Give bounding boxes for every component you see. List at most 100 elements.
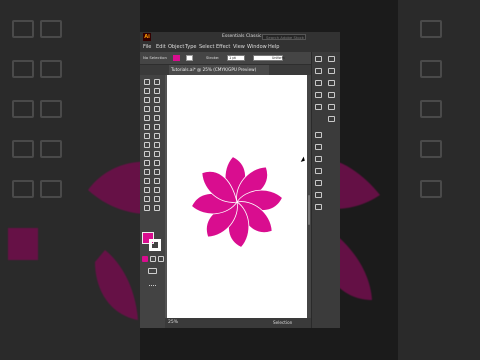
flower-artwork[interactable] [167,75,307,318]
slice-tool-icon[interactable] [144,196,150,202]
draw-mode-icon[interactable] [148,268,157,274]
selection-status: No Selection [143,55,167,60]
width-tool-icon[interactable] [154,142,160,148]
type-tool-icon[interactable] [144,106,150,112]
rotate-tool-icon[interactable] [154,133,160,139]
direct-selection-tool-icon[interactable] [154,79,160,85]
app-logo: Ai [143,33,151,41]
ghost-icon-2 [40,20,62,38]
title-bar: Ai Essentials Classic Search Adobe Stock [140,32,340,42]
scale-tool-icon[interactable] [144,142,150,148]
pen-tool-icon[interactable] [144,97,150,103]
rectangle-tool-icon[interactable] [144,115,150,121]
canvas-area[interactable] [165,75,311,318]
menu-window[interactable]: Window [247,44,267,50]
right-panel-dock [311,52,340,328]
fill-swatch[interactable] [173,55,180,61]
pathfinder-panel-icon[interactable] [315,144,322,150]
ghost-icon-11 [420,20,442,38]
transform-panel-icon[interactable] [315,156,322,162]
workspace-switcher[interactable]: Essentials Classic [222,34,262,40]
menu-type[interactable]: Type [185,44,196,50]
ghost-icon-12 [420,60,442,78]
menu-help[interactable]: Help [268,44,279,50]
status-bar: 25% Selection [165,318,311,328]
ghost-icon-7 [12,140,34,158]
status-selection[interactable]: Selection [273,320,292,326]
paragraph-panel-icon[interactable] [315,204,322,210]
menu-bar: File Edit Object Type Select Effect View… [140,42,340,52]
mesh-tool-icon[interactable] [154,160,160,166]
stroke-profile-label: Uniform [272,56,285,60]
zoom-tool-icon[interactable] [144,205,150,211]
properties-panel-icon[interactable] [315,168,322,174]
ghost-icon-15 [420,180,442,198]
zoom-level[interactable]: 25% [168,320,178,326]
stroke-label: Stroke: [206,55,220,60]
hand-tool-icon[interactable] [154,196,160,202]
character-panel-icon[interactable] [315,192,322,198]
ghost-icon-4 [40,60,62,78]
menu-select[interactable]: Select [199,44,214,50]
document-tab[interactable]: Tutorials.ai* @ 25% (CMYK/GPU Preview) [169,65,269,75]
document-tab-bar: Tutorials.ai* @ 25% (CMYK/GPU Preview) [140,65,340,75]
ghost-icon-14 [420,140,442,158]
stroke-color-swatch[interactable] [149,239,161,251]
stroke-profile-select[interactable]: Uniform [253,55,285,61]
shaper-tool-icon[interactable] [144,124,150,130]
line-tool-icon[interactable] [154,106,160,112]
libraries-panel-icon[interactable] [315,180,322,186]
magic-wand-tool-icon[interactable] [144,88,150,94]
lasso-tool-icon[interactable] [154,88,160,94]
scrollbar-thumb[interactable] [308,195,310,225]
pencil-tool-icon[interactable] [154,124,160,130]
artboard-tool-icon[interactable] [154,187,160,193]
free-transform-tool-icon[interactable] [144,151,150,157]
ghost-icon-10 [40,180,62,198]
brushes-panel-icon[interactable] [315,68,322,74]
selection-tool-icon[interactable] [144,79,150,85]
menu-edit[interactable]: Edit [156,44,166,50]
menu-view[interactable]: View [233,44,245,50]
menu-file[interactable]: File [143,44,151,50]
color-mode-icon[interactable] [142,256,148,262]
ghost-icon-5 [12,100,34,118]
layers-panel-icon[interactable] [328,104,335,110]
transparency-panel-icon[interactable] [315,92,322,98]
curvature-tool-icon[interactable] [154,97,160,103]
graph-tool-icon[interactable] [144,187,150,193]
ghost-icon-3 [12,60,34,78]
paintbrush-tool-icon[interactable] [154,115,160,121]
ghost-icon-13 [420,100,442,118]
artboards-panel-icon[interactable] [328,116,335,122]
graphic-styles-panel-icon[interactable] [315,104,322,110]
ghost-icon-8 [40,140,62,158]
none-mode-icon[interactable] [158,256,164,262]
stock-search-input[interactable]: Search Adobe Stock [262,34,306,40]
color-panel-icon[interactable] [315,56,322,62]
symbol-sprayer-tool-icon[interactable] [154,178,160,184]
appearance-panel-icon[interactable] [328,92,335,98]
stroke-swatch[interactable] [186,55,193,61]
gradient-mode-icon[interactable] [150,256,156,262]
shape-builder-tool-icon[interactable] [154,151,160,157]
more-tools-icon[interactable] [149,285,156,288]
gradient-panel-icon[interactable] [328,80,335,86]
swatches-panel-icon[interactable] [328,56,335,62]
control-bar: No Selection Stroke: 1 pt Uniform [140,52,340,65]
eraser-tool-icon[interactable] [144,133,150,139]
gradient-tool-icon[interactable] [144,169,150,175]
menu-effect[interactable]: Effect [216,44,230,50]
ghost-icon-1 [12,20,34,38]
symbols-panel-icon[interactable] [328,68,335,74]
align-panel-icon[interactable] [315,132,322,138]
swap-fill-stroke-icon[interactable] [154,205,160,211]
stroke-panel-icon[interactable] [315,80,322,86]
menu-object[interactable]: Object [168,44,184,50]
stroke-weight-field[interactable]: 1 pt [227,55,245,61]
perspective-grid-tool-icon[interactable] [144,160,150,166]
blend-tool-icon[interactable] [144,178,150,184]
artboard[interactable] [167,75,307,318]
ghost-icon-6 [40,100,62,118]
eyedropper-tool-icon[interactable] [154,169,160,175]
